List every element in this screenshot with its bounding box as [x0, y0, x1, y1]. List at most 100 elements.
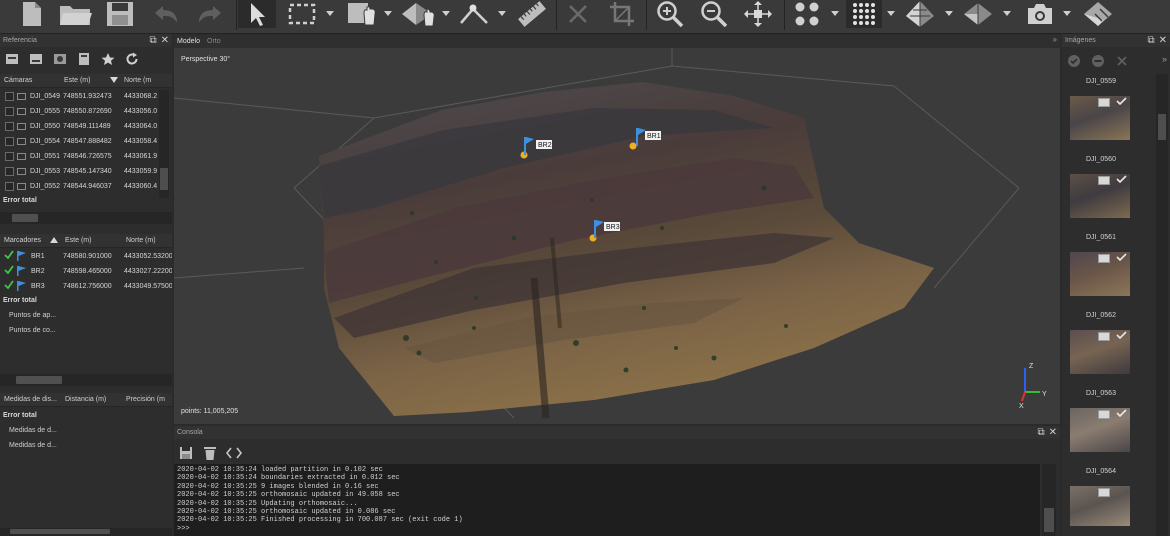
star-icon[interactable] [96, 49, 120, 69]
close-icon[interactable]: ✕ [1159, 35, 1167, 46]
camera-enable-checkbox[interactable] [5, 167, 14, 176]
redo-icon[interactable] [192, 0, 228, 28]
sort-desc-icon[interactable] [110, 77, 118, 85]
col-scalebars[interactable]: Medidas de dis... [4, 396, 57, 403]
undock-icon[interactable]: ⧉ [149, 35, 156, 46]
col-distance[interactable]: Distancia (m) [65, 396, 106, 403]
col-precision[interactable]: Precisión (m [126, 396, 165, 403]
refresh-icon[interactable] [120, 49, 144, 69]
images-vscrollbar[interactable] [1156, 74, 1168, 536]
image-thumbnail[interactable] [1070, 252, 1130, 296]
texture-view-icon[interactable] [1078, 0, 1118, 28]
marker-row[interactable]: BR2 748598.465000 4433027.222000 [0, 264, 172, 279]
zoom-in-icon[interactable] [652, 0, 688, 28]
scalebar-item[interactable]: Medidas de d... [9, 442, 57, 449]
3d-model-viewport[interactable]: BR2 BR1 BR3 Z Y X Perspective 30° points… [174, 48, 1060, 424]
tab-model[interactable]: Modelo [177, 38, 200, 45]
tab-ortho[interactable]: Orto [207, 38, 221, 45]
image-thumbnail[interactable] [1070, 174, 1130, 218]
col-marker-east[interactable]: Este (m) [65, 237, 91, 244]
shaded-view-icon[interactable] [902, 0, 938, 28]
rect-select-dropdown[interactable] [325, 6, 335, 20]
check-icon[interactable] [4, 280, 14, 292]
console-output[interactable]: 2020-04-02 10:35:24 loaded partition in … [174, 464, 1040, 536]
measure-icon[interactable] [456, 0, 492, 28]
camera-row[interactable]: DJI_0550 748549.111489 4433064.0 [0, 119, 159, 134]
image-thumbnail[interactable] [1070, 408, 1130, 452]
camera-row[interactable]: DJI_0553 748545.147340 4433059.9 [0, 164, 159, 179]
tabs-scroll-icon[interactable]: » [1053, 35, 1057, 44]
undo-icon[interactable] [148, 0, 184, 28]
col-cameras[interactable]: Cámaras [4, 77, 32, 84]
select-arrow-icon[interactable] [238, 0, 276, 28]
points-view-dropdown[interactable] [830, 6, 840, 20]
control-points-item[interactable]: Puntos de co... [9, 327, 56, 334]
hand-select-dropdown[interactable] [383, 6, 393, 20]
convert-icon[interactable] [48, 49, 72, 69]
code-icon[interactable] [222, 443, 246, 463]
screenshot-icon[interactable] [1022, 0, 1058, 28]
camera-enable-checkbox[interactable] [5, 92, 14, 101]
model-view-dropdown[interactable] [1002, 6, 1012, 20]
cameras-vscrollbar[interactable] [159, 90, 169, 198]
rect-select-icon[interactable] [282, 0, 322, 28]
close-icon[interactable]: ✕ [1049, 427, 1057, 438]
col-east[interactable]: Este (m) [64, 77, 90, 84]
disable-icon[interactable] [1086, 51, 1110, 71]
export-icon[interactable] [24, 49, 48, 69]
delete-icon[interactable] [560, 0, 596, 28]
camera-enable-checkbox[interactable] [5, 137, 14, 146]
region-select-dropdown[interactable] [441, 6, 451, 20]
col-markers[interactable]: Marcadores [4, 237, 41, 244]
hand-select-icon[interactable] [344, 0, 380, 28]
remove-icon[interactable] [1110, 51, 1134, 71]
camera-row[interactable]: DJI_0549 748551.932473 4433068.2 [0, 89, 159, 104]
camera-row[interactable]: DJI_0555 748550.872690 4433056.0 [0, 104, 159, 119]
crop-icon[interactable] [604, 0, 640, 28]
camera-row[interactable]: DJI_0551 748546.726575 4433061.9 [0, 149, 159, 164]
screenshot-dropdown[interactable] [1062, 6, 1072, 20]
markers-hscrollbar[interactable] [0, 374, 172, 386]
model-view-icon[interactable] [960, 0, 996, 28]
col-north[interactable]: Norte (m [124, 77, 151, 84]
zoom-out-icon[interactable] [696, 0, 732, 28]
measure-dropdown[interactable] [497, 6, 507, 20]
sort-asc-icon[interactable] [50, 237, 58, 245]
cameras-hscrollbar[interactable] [0, 212, 172, 224]
dense-view-dropdown[interactable] [886, 6, 896, 20]
scalebars-hscrollbar[interactable] [0, 528, 172, 536]
scalebar-item[interactable]: Medidas de d... [9, 427, 57, 434]
open-folder-icon[interactable] [58, 0, 94, 28]
camera-enable-checkbox[interactable] [5, 107, 14, 116]
col-marker-north[interactable]: Norte (m) [126, 237, 156, 244]
clear-log-icon[interactable] [198, 443, 222, 463]
camera-enable-checkbox[interactable] [5, 152, 14, 161]
close-icon[interactable]: ✕ [161, 35, 169, 46]
image-thumbnail[interactable] [1070, 330, 1130, 374]
undock-icon[interactable]: ⧉ [1147, 35, 1154, 46]
dense-view-icon[interactable] [846, 0, 882, 28]
ruler-icon[interactable] [512, 0, 552, 28]
marker-row[interactable]: BR1 748580.901000 4433052.532000 [0, 249, 172, 264]
import-icon[interactable] [0, 49, 24, 69]
check-points-item[interactable]: Puntos de ap... [9, 312, 56, 319]
region-select-icon[interactable] [398, 0, 438, 28]
console-vscrollbar[interactable] [1042, 464, 1056, 536]
fit-view-icon[interactable] [740, 0, 776, 28]
new-file-icon[interactable] [18, 0, 46, 28]
toolbar-overflow-icon[interactable]: » [1162, 54, 1167, 64]
image-thumbnail[interactable] [1070, 486, 1130, 526]
check-icon[interactable] [4, 250, 14, 262]
undock-icon[interactable]: ⧉ [1037, 427, 1044, 438]
points-view-icon[interactable] [788, 0, 826, 28]
marker-row[interactable]: BR3 748612.756000 4433049.575000 [0, 279, 172, 294]
camera-row[interactable]: DJI_0554 748547.888482 4433058.4 [0, 134, 159, 149]
camera-row[interactable]: DJI_0552 748544.946037 4433060.4 [0, 179, 159, 194]
save-log-icon[interactable] [174, 443, 198, 463]
save-icon[interactable] [104, 0, 136, 28]
enable-icon[interactable] [1062, 51, 1086, 71]
image-thumbnail[interactable] [1070, 96, 1130, 140]
check-icon[interactable] [4, 265, 14, 277]
shaded-view-dropdown[interactable] [944, 6, 954, 20]
camera-enable-checkbox[interactable] [5, 122, 14, 131]
